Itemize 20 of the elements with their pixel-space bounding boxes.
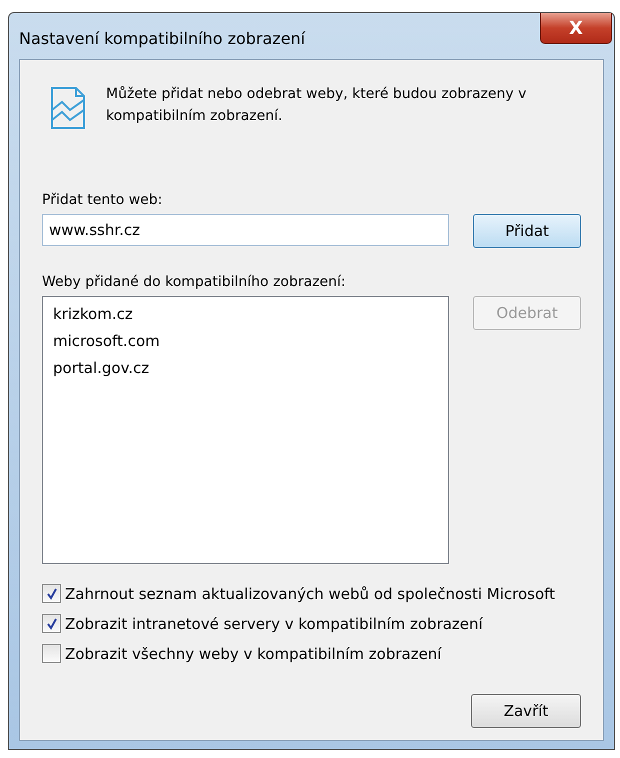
add-site-label: Přidat tento web:: [42, 192, 162, 208]
site-input-field[interactable]: www.sshr.cz: [42, 214, 450, 246]
site-list-item[interactable]: krizkom.cz: [53, 301, 133, 328]
checkbox[interactable]: [42, 644, 61, 663]
check-icon: [46, 618, 58, 630]
checkbox-label: Zobrazit všechny weby v kompatibilním zobrazení: [65, 644, 442, 662]
info-text: Můžete přidat nebo odebrat weby, které budou zobrazeny v kompatibilním zobrazení.: [106, 85, 528, 126]
document-icon: [50, 86, 86, 130]
site-list-item[interactable]: portal.gov.cz: [53, 355, 150, 382]
window-title: Nastavení kompatibilního zobrazení: [19, 29, 306, 48]
site-list-item[interactable]: microsoft.com: [53, 328, 160, 355]
close-button[interactable]: X: [540, 13, 612, 44]
check-icon: [46, 588, 58, 600]
checkbox[interactable]: [42, 614, 61, 633]
add-button[interactable]: Přidat: [473, 214, 581, 248]
checkbox[interactable]: [42, 584, 61, 603]
checkbox-label: Zahrnout seznam aktualizovaných webů od společnosti Microsoft: [65, 584, 556, 602]
checkbox-label: Zobrazit intranetové servery v kompatibilním zobrazení: [65, 614, 483, 632]
close-dialog-button[interactable]: Zavřít: [471, 694, 581, 728]
sites-list-label: Weby přidané do kompatibilního zobrazení:: [42, 274, 346, 290]
